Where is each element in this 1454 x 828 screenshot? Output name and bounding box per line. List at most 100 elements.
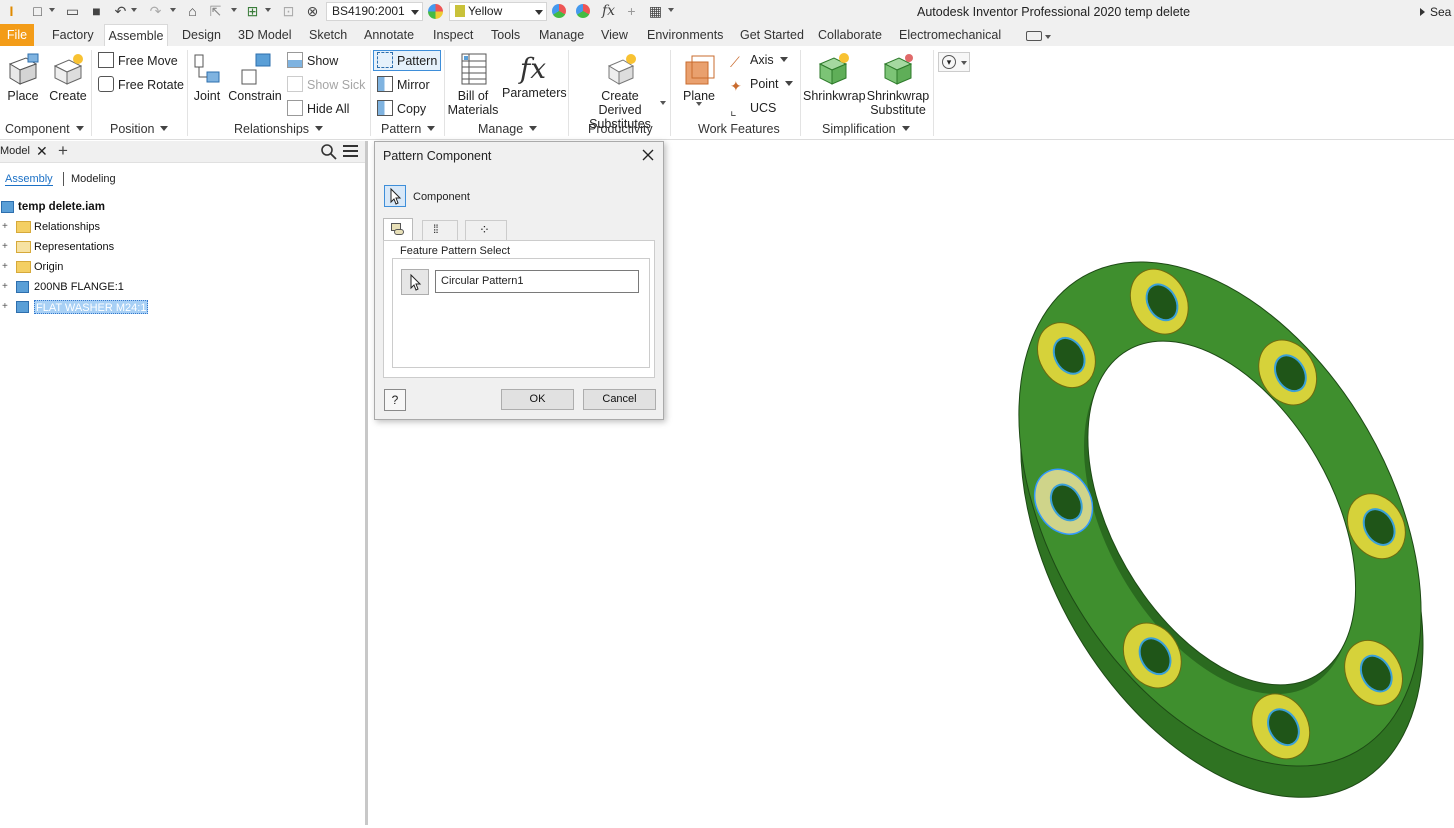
- tab-electromechanical[interactable]: Electromechanical: [897, 24, 1003, 46]
- search-icon[interactable]: [321, 144, 337, 160]
- assembly-mode-link[interactable]: Assembly: [5, 173, 53, 186]
- create-button[interactable]: Create: [49, 52, 87, 103]
- derived-substitutes-dropdown-icon[interactable]: [660, 101, 666, 105]
- tree-root[interactable]: temp delete.iam: [0, 198, 200, 216]
- tab-manage[interactable]: Manage: [537, 24, 586, 46]
- new-file-icon[interactable]: □: [29, 3, 46, 20]
- add-panel-icon[interactable]: +: [58, 141, 68, 161]
- fx-parameters-icon[interactable]: fx: [600, 3, 617, 20]
- appearance-combo[interactable]: Yellow: [449, 2, 547, 21]
- pattern-button[interactable]: Pattern: [373, 50, 442, 71]
- feature-pattern-field[interactable]: Circular Pattern1: [435, 270, 639, 293]
- help-button[interactable]: ?: [384, 389, 406, 411]
- expand-icon[interactable]: +: [2, 262, 11, 272]
- tree-item-flange[interactable]: + 200NB FLANGE:1: [0, 278, 200, 296]
- free-rotate-button[interactable]: Free Rotate: [98, 76, 184, 93]
- tab-view[interactable]: View: [599, 24, 630, 46]
- tree-item-origin[interactable]: + Origin: [0, 258, 200, 276]
- tab-file[interactable]: File: [0, 24, 34, 46]
- tab-inspect[interactable]: Inspect: [431, 24, 475, 46]
- component-select-button[interactable]: [384, 185, 406, 207]
- tab-design[interactable]: Design: [180, 24, 223, 46]
- material-combo[interactable]: BS4190:2001: [326, 2, 423, 21]
- close-icon[interactable]: ✕: [36, 143, 48, 160]
- ribbon-display-icon[interactable]: [1026, 31, 1042, 41]
- appearance-sphere-icon[interactable]: [428, 4, 443, 19]
- measure-icon[interactable]: ⊡: [280, 3, 297, 20]
- washer[interactable]: [1119, 259, 1200, 345]
- tab-annotate[interactable]: Annotate: [362, 24, 416, 46]
- design-doctor-icon[interactable]: ⊗: [304, 3, 321, 20]
- washer[interactable]: [1112, 613, 1193, 699]
- washer[interactable]: [1333, 630, 1414, 716]
- tree-item-relationships[interactable]: + Relationships: [0, 218, 200, 236]
- select-dropdown-icon[interactable]: [231, 8, 237, 12]
- place-button[interactable]: Place: [4, 52, 42, 103]
- tab-sketch[interactable]: Sketch: [307, 24, 349, 46]
- tab-rectangular[interactable]: ⁞⁞: [422, 220, 458, 240]
- expand-icon[interactable]: +: [2, 222, 11, 232]
- component-group-label[interactable]: Component: [5, 122, 84, 136]
- tree-item-flat-washer[interactable]: + FLAT WASHER M24:1: [0, 298, 200, 316]
- mirror-button[interactable]: Mirror: [377, 76, 430, 93]
- cancel-button[interactable]: Cancel: [583, 389, 656, 410]
- tab-environments[interactable]: Environments: [645, 24, 725, 46]
- tree-item-representations[interactable]: + Representations: [0, 238, 200, 256]
- hide-all-button[interactable]: Hide All: [287, 100, 349, 117]
- open-folder-icon[interactable]: ▭: [64, 3, 81, 20]
- close-icon[interactable]: [642, 149, 654, 161]
- new-dropdown-icon[interactable]: [49, 8, 55, 12]
- plus-icon[interactable]: +: [623, 3, 640, 20]
- tab-3d-model[interactable]: 3D Model: [236, 24, 294, 46]
- tab-assemble[interactable]: Assemble: [104, 24, 168, 46]
- redo-dropdown-icon[interactable]: [170, 8, 176, 12]
- bill-of-materials-button[interactable]: Bill of Materials: [447, 52, 499, 117]
- tab-circular[interactable]: ⁘: [465, 220, 507, 240]
- washer[interactable]: [1247, 330, 1328, 416]
- expand-icon[interactable]: +: [2, 242, 11, 252]
- search-box[interactable]: Sea: [1420, 0, 1454, 24]
- more-panels-button[interactable]: ▾: [938, 52, 970, 72]
- joint-button[interactable]: Joint: [190, 52, 224, 103]
- free-move-button[interactable]: Free Move: [98, 52, 178, 69]
- ribbon-display-dropdown-icon[interactable]: [1045, 35, 1051, 39]
- redo-icon[interactable]: ↷: [147, 3, 164, 20]
- expand-icon[interactable]: +: [2, 282, 11, 292]
- tab-tools[interactable]: Tools: [489, 24, 522, 46]
- shrinkwrap-button[interactable]: Shrinkwrap: [803, 52, 866, 103]
- tab-factory[interactable]: Factory: [50, 24, 96, 46]
- axis-button[interactable]: ⟋ Axis: [730, 52, 788, 70]
- ucs-button[interactable]: ⌞ UCS: [730, 100, 776, 118]
- undo-dropdown-icon[interactable]: [131, 8, 137, 12]
- update-icon[interactable]: ⊞: [244, 3, 261, 20]
- ilogic-icon[interactable]: ▦: [647, 3, 664, 20]
- washer[interactable]: [1240, 683, 1321, 769]
- tab-collaborate[interactable]: Collaborate: [816, 24, 884, 46]
- tab-get-started[interactable]: Get Started: [738, 24, 806, 46]
- feature-select-button[interactable]: [401, 269, 429, 295]
- inventor-logo-icon[interactable]: I: [3, 3, 20, 20]
- browser-tab-model[interactable]: Model: [0, 145, 30, 157]
- washer[interactable]: [1026, 312, 1107, 398]
- constrain-button[interactable]: Constrain: [228, 52, 282, 103]
- manage-group-label[interactable]: Manage: [478, 122, 538, 136]
- modeling-mode-link[interactable]: Modeling: [71, 173, 116, 185]
- update-dropdown-icon[interactable]: [265, 8, 271, 12]
- point-button[interactable]: ✦ Point: [730, 76, 793, 94]
- relationships-group-label[interactable]: Relationships: [234, 122, 324, 136]
- select-filter-icon[interactable]: ⇱: [207, 3, 224, 20]
- create-derived-substitutes-button[interactable]: Create Derived Substitutes: [578, 52, 662, 131]
- show-sick-button[interactable]: Show Sick: [287, 76, 365, 93]
- clear-appearance-icon[interactable]: [576, 4, 590, 18]
- adjust-appearance-icon[interactable]: [552, 4, 566, 18]
- position-group-label[interactable]: Position: [110, 122, 169, 136]
- ok-button[interactable]: OK: [501, 389, 574, 410]
- plane-button[interactable]: Plane: [680, 52, 718, 106]
- save-icon[interactable]: ■: [88, 3, 105, 20]
- pattern-group-label[interactable]: Pattern: [381, 122, 436, 136]
- customize-dropdown-icon[interactable]: [668, 8, 674, 12]
- tab-associative[interactable]: [383, 218, 413, 240]
- washer[interactable]: [1023, 459, 1104, 545]
- parameters-button[interactable]: fx Parameters: [502, 52, 567, 100]
- washer[interactable]: [1336, 483, 1417, 569]
